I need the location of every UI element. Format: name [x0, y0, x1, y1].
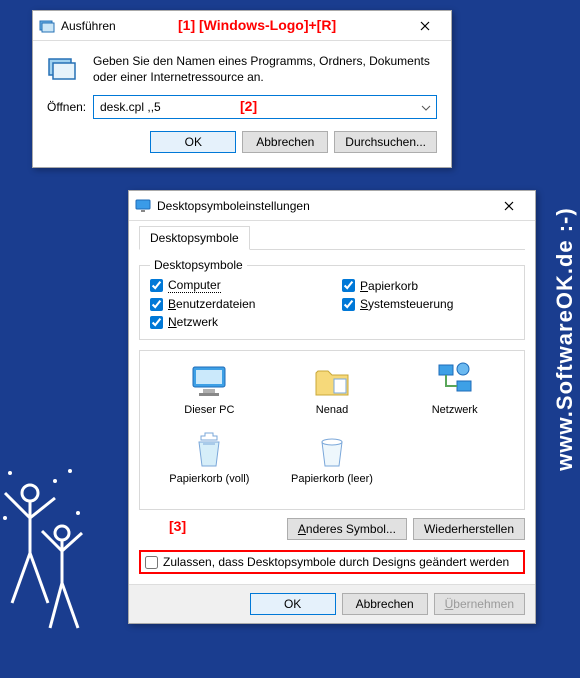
- tab-desktopsymbole[interactable]: Desktopsymbole: [139, 226, 250, 250]
- open-input[interactable]: [93, 95, 437, 119]
- tabstrip: Desktopsymbole: [139, 225, 525, 250]
- desktop-icons-fieldset: Desktopsymbole Computer Papierkorb Benut…: [139, 258, 525, 340]
- browse-button[interactable]: Durchsuchen...: [334, 131, 437, 153]
- annotation-3: [3]: [169, 518, 186, 534]
- fieldset-legend: Desktopsymbole: [150, 258, 247, 272]
- ok-button[interactable]: OK: [250, 593, 336, 615]
- run-icon: [39, 18, 55, 34]
- decorative-figures: [0, 463, 90, 643]
- run-dialog: Ausführen [1] [Windows-Logo]+[R] Geben S…: [32, 10, 452, 168]
- chevron-down-icon[interactable]: [421, 100, 431, 118]
- dsk-title: Desktopsymboleinstellungen: [157, 199, 310, 213]
- icon-papierkorb-voll[interactable]: Papierkorb (voll): [159, 430, 259, 485]
- run-title: Ausführen: [61, 19, 116, 33]
- cancel-button[interactable]: Abbrechen: [242, 131, 328, 153]
- ok-button[interactable]: OK: [150, 131, 236, 153]
- titlebar: Ausführen [1] [Windows-Logo]+[R]: [33, 11, 451, 41]
- check-computer[interactable]: Computer: [150, 278, 322, 293]
- cancel-button[interactable]: Abbrechen: [342, 593, 428, 615]
- icon-preview-box: Dieser PC Nenad Netzwerk Papierkorb (vol…: [139, 350, 525, 510]
- check-allow-themes[interactable]: Zulassen, dass Desktopsymbole durch Desi…: [139, 550, 525, 574]
- check-benutzerdateien[interactable]: Benutzerdateien: [150, 297, 322, 311]
- check-systemsteuerung[interactable]: Systemsteuerung: [342, 297, 514, 311]
- dialog-footer: OK Abbrechen Übernehmen: [129, 584, 535, 623]
- annotation-1: [1] [Windows-Logo]+[R]: [178, 17, 336, 33]
- annotation-2: [2]: [240, 98, 257, 114]
- close-button[interactable]: [405, 12, 445, 40]
- close-button[interactable]: [489, 192, 529, 220]
- check-papierkorb[interactable]: Papierkorb: [342, 278, 514, 293]
- icon-nenad[interactable]: Nenad: [282, 361, 382, 416]
- restore-button[interactable]: Wiederherstellen: [413, 518, 525, 540]
- icon-papierkorb-leer[interactable]: Papierkorb (leer): [282, 430, 382, 485]
- run-program-icon: [47, 53, 79, 85]
- titlebar: Desktopsymboleinstellungen: [129, 191, 535, 221]
- check-netzwerk[interactable]: Netzwerk: [150, 315, 322, 329]
- run-description: Geben Sie den Namen eines Programms, Ord…: [93, 53, 437, 85]
- icon-dieser-pc[interactable]: Dieser PC: [159, 361, 259, 416]
- icon-netzwerk[interactable]: Netzwerk: [405, 361, 505, 416]
- change-icon-button[interactable]: Anderes Symbol...: [287, 518, 407, 540]
- display-icon: [135, 198, 151, 214]
- open-label: Öffnen:: [47, 100, 87, 114]
- desktop-icon-settings-dialog: Desktopsymboleinstellungen Desktopsymbol…: [128, 190, 536, 624]
- watermark-side: www.SoftwareOK.de :-): [552, 207, 578, 470]
- apply-button[interactable]: Übernehmen: [434, 593, 525, 615]
